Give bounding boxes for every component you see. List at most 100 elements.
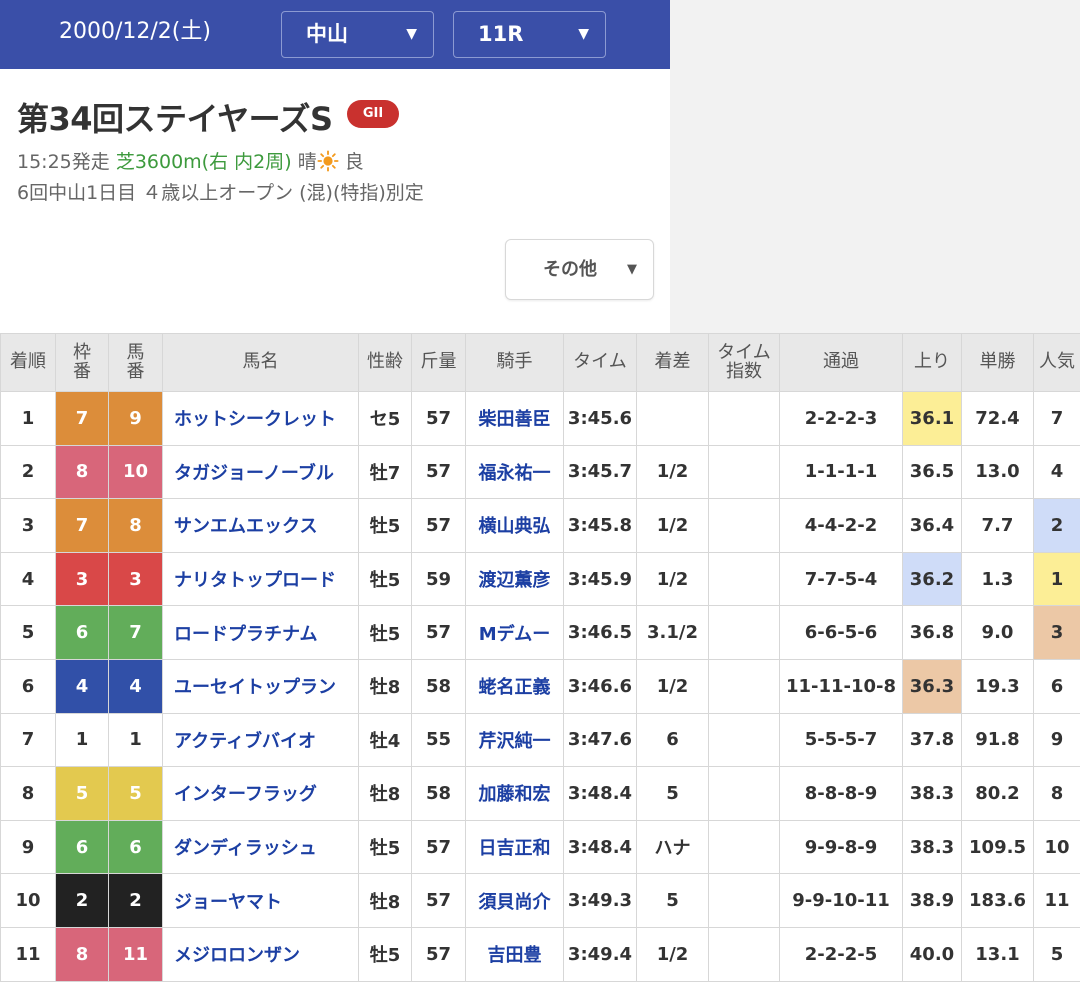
header-bracket: 枠番 bbox=[55, 333, 109, 392]
cell-jockey-name[interactable]: 横山典弘 bbox=[465, 498, 564, 553]
table-row: 2 8 10 タガジョーノーブル 牡7 57 福永祐一 3:45.7 1/2 1-1-1-1 36.… bbox=[0, 444, 1080, 500]
cell-time: 3:46.6 bbox=[563, 658, 637, 714]
header-number: 馬番 bbox=[108, 333, 163, 392]
cell-horse-name[interactable]: タガジョーノーブル bbox=[162, 444, 359, 500]
cell-odds: 7.7 bbox=[961, 498, 1034, 553]
cell-jockey-name[interactable]: 吉田豊 bbox=[465, 926, 564, 982]
cell-odds: 13.1 bbox=[961, 926, 1034, 982]
cell-horse-name[interactable]: ダンディラッシュ bbox=[162, 819, 359, 875]
cell-horse-name[interactable]: サンエムエックス bbox=[162, 498, 359, 553]
cell-bracket: 7 bbox=[55, 498, 109, 553]
header-horse: 馬名 bbox=[162, 333, 359, 392]
cell-bracket: 2 bbox=[55, 873, 109, 928]
table-row: 6 4 4 ユーセイトップラン 牡8 58 蛯名正義 3:46.6 1/2 11-11-10-8 3… bbox=[0, 658, 1080, 714]
cell-bracket: 6 bbox=[55, 819, 109, 875]
cell-rank: 7 bbox=[0, 712, 56, 768]
race-meta: 6回中山1日目 ４歳以上オープン (混)(特指)別定 bbox=[17, 182, 424, 204]
cell-rank: 8 bbox=[0, 766, 56, 821]
table-row: 7 1 1 アクティブバイオ 牡4 55 芹沢純一 3:47.6 6 5-5-5-7 37.8 91.… bbox=[0, 712, 1080, 768]
venue-select-value: 中山 bbox=[306, 22, 348, 46]
cell-sex-age: 牡8 bbox=[358, 658, 412, 714]
course-info: 芝3600m(右 内2周) bbox=[115, 151, 292, 173]
cell-rank: 2 bbox=[0, 444, 56, 500]
cell-jockey-name[interactable]: 福永祐一 bbox=[465, 444, 564, 500]
cell-jockey-name[interactable]: 芹沢純一 bbox=[465, 712, 564, 768]
cell-margin: 1/2 bbox=[636, 498, 709, 553]
cell-odds: 183.6 bbox=[961, 873, 1034, 928]
header-jockey: 騎手 bbox=[465, 333, 564, 392]
cell-passing: 4-4-2-2 bbox=[779, 498, 903, 553]
cell-horse-name[interactable]: メジロロンザン bbox=[162, 926, 359, 982]
cell-jockey-name[interactable]: 日吉正和 bbox=[465, 819, 564, 875]
cell-jockey-name[interactable]: 渡辺薫彦 bbox=[465, 551, 564, 607]
cell-passing: 5-5-5-7 bbox=[779, 712, 903, 768]
cell-weight: 55 bbox=[411, 712, 466, 768]
cell-bracket: 7 bbox=[55, 391, 109, 446]
cell-jockey-name[interactable]: Mデムー bbox=[465, 605, 564, 660]
cell-time-index bbox=[708, 873, 780, 928]
cell-last3f: 40.0 bbox=[902, 926, 962, 982]
cell-horse-name[interactable]: ホットシークレット bbox=[162, 391, 359, 446]
top-bar: 2000/12/2(土) 中山 ▼ 11R ▼ bbox=[0, 0, 670, 69]
cell-odds: 72.4 bbox=[961, 391, 1034, 446]
race-title: 第34回ステイヤーズS bbox=[17, 100, 333, 138]
cell-margin: 3.1/2 bbox=[636, 605, 709, 660]
cell-bracket: 8 bbox=[55, 926, 109, 982]
cell-passing: 7-7-5-4 bbox=[779, 551, 903, 607]
cell-passing: 6-6-5-6 bbox=[779, 605, 903, 660]
cell-jockey-name[interactable]: 柴田善臣 bbox=[465, 391, 564, 446]
cell-jockey-name[interactable]: 須貝尚介 bbox=[465, 873, 564, 928]
header-odds: 単勝 bbox=[961, 333, 1034, 392]
cell-horse-name[interactable]: インターフラッグ bbox=[162, 766, 359, 821]
cell-last3f: 38.3 bbox=[902, 766, 962, 821]
header-margin: 着差 bbox=[636, 333, 709, 392]
cell-time: 3:47.6 bbox=[563, 712, 637, 768]
cell-weight: 57 bbox=[411, 873, 466, 928]
cell-rank: 1 bbox=[0, 391, 56, 446]
cell-horse-name[interactable]: ジョーヤマト bbox=[162, 873, 359, 928]
cell-time: 3:48.4 bbox=[563, 766, 637, 821]
venue-select[interactable]: 中山 ▼ bbox=[281, 11, 434, 58]
cell-rank: 11 bbox=[0, 926, 56, 982]
cell-popularity: 1 bbox=[1033, 551, 1080, 607]
cell-number: 6 bbox=[108, 819, 163, 875]
table-header-row: 着順 枠番 馬番 馬名 性齢 斤量 騎手 タイム 着差 タイム 指数 通過 上り … bbox=[0, 333, 1080, 392]
cell-time-index bbox=[708, 551, 780, 607]
cell-passing: 2-2-2-5 bbox=[779, 926, 903, 982]
header-rank: 着順 bbox=[0, 333, 56, 392]
table-row: 5 6 7 ロードプラチナム 牡5 57 Mデムー 3:46.5 3.1/2 6-6-5-6 36.… bbox=[0, 605, 1080, 660]
cell-last3f: 36.3 bbox=[902, 658, 962, 714]
cell-rank: 6 bbox=[0, 658, 56, 714]
cell-last3f: 37.8 bbox=[902, 712, 962, 768]
cell-weight: 57 bbox=[411, 926, 466, 982]
header-sex-age: 性齢 bbox=[358, 333, 412, 392]
cell-horse-name[interactable]: ロードプラチナム bbox=[162, 605, 359, 660]
race-number-select[interactable]: 11R ▼ bbox=[453, 11, 606, 58]
cell-weight: 57 bbox=[411, 498, 466, 553]
cell-jockey-name[interactable]: 蛯名正義 bbox=[465, 658, 564, 714]
cell-bracket: 8 bbox=[55, 444, 109, 500]
cell-number: 7 bbox=[108, 605, 163, 660]
cell-horse-name[interactable]: ナリタトップロード bbox=[162, 551, 359, 607]
cell-sex-age: 牡5 bbox=[358, 926, 412, 982]
cell-rank: 5 bbox=[0, 605, 56, 660]
sun-icon bbox=[317, 150, 339, 172]
cell-time: 3:48.4 bbox=[563, 819, 637, 875]
cell-bracket: 5 bbox=[55, 766, 109, 821]
cell-last3f: 36.1 bbox=[902, 391, 962, 446]
table-row: 4 3 3 ナリタトップロード 牡5 59 渡辺薫彦 3:45.9 1/2 7-7-5-4 36.2… bbox=[0, 551, 1080, 607]
cell-passing: 1-1-1-1 bbox=[779, 444, 903, 500]
cell-sex-age: 牡7 bbox=[358, 444, 412, 500]
cell-weight: 57 bbox=[411, 444, 466, 500]
cell-margin: 5 bbox=[636, 766, 709, 821]
cell-jockey-name[interactable]: 加藤和宏 bbox=[465, 766, 564, 821]
cell-sex-age: 牡5 bbox=[358, 498, 412, 553]
cell-horse-name[interactable]: ユーセイトップラン bbox=[162, 658, 359, 714]
cell-margin: 1/2 bbox=[636, 444, 709, 500]
header-popularity: 人気 bbox=[1033, 333, 1080, 392]
cell-odds: 109.5 bbox=[961, 819, 1034, 875]
other-menu-button[interactable]: その他 ▼ bbox=[505, 239, 654, 300]
results-table: 着順 枠番 馬番 馬名 性齢 斤量 騎手 タイム 着差 タイム 指数 通過 上り … bbox=[0, 333, 1080, 982]
cell-bracket: 3 bbox=[55, 551, 109, 607]
cell-horse-name[interactable]: アクティブバイオ bbox=[162, 712, 359, 768]
